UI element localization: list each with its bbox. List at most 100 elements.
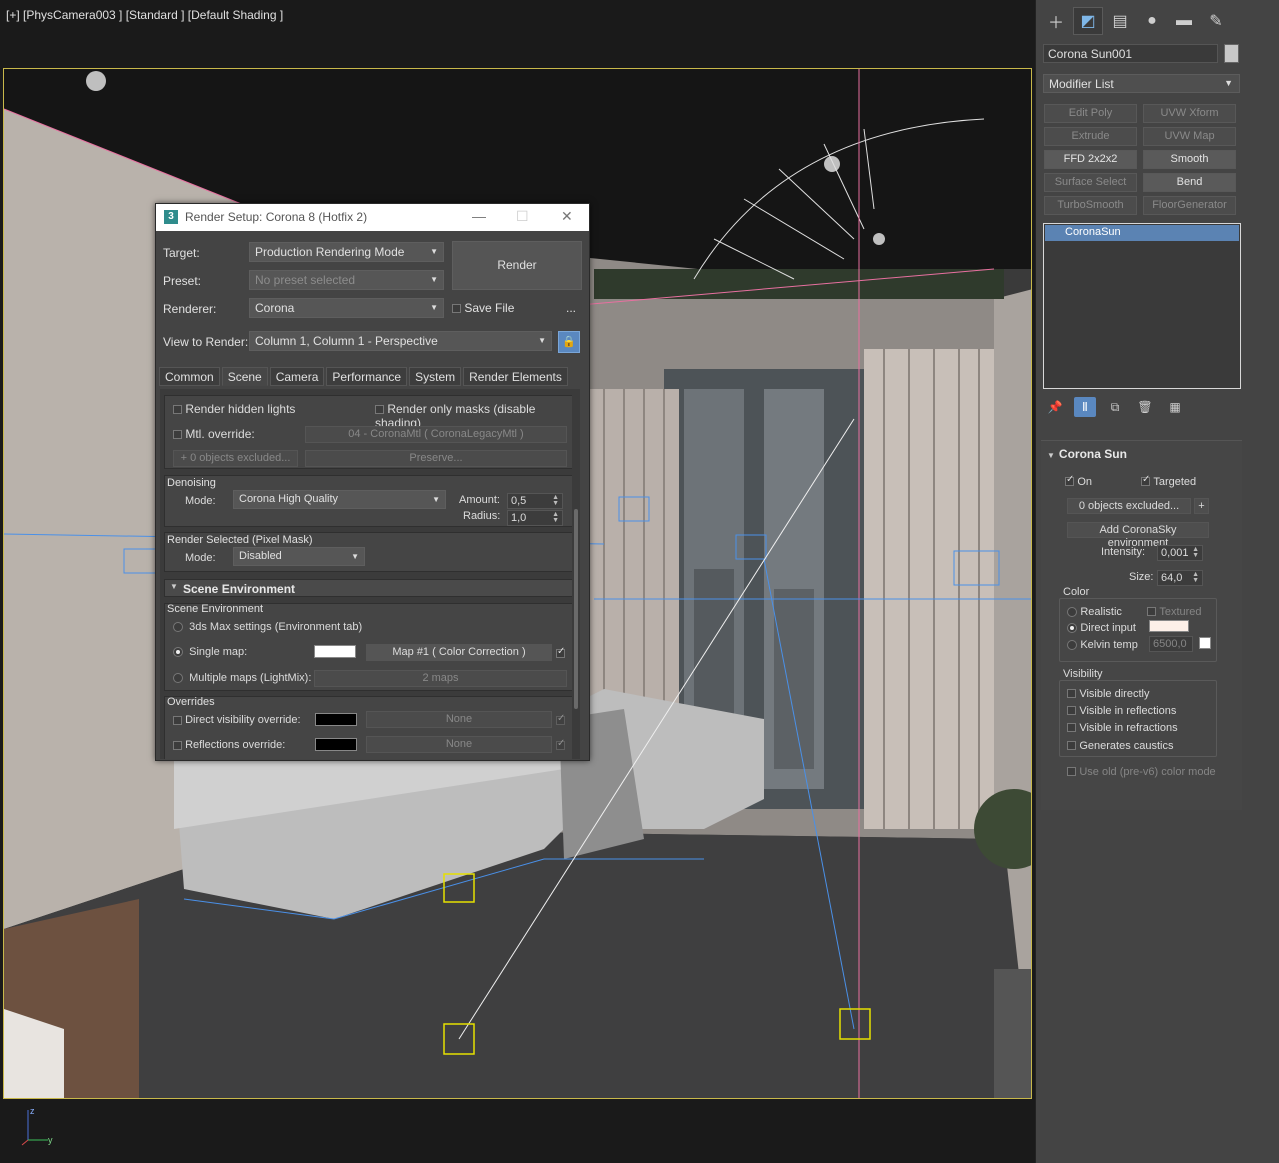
object-color-swatch[interactable] bbox=[1224, 44, 1239, 63]
direct-visibility-map-checkbox-wrap[interactable] bbox=[556, 713, 565, 727]
render-button[interactable]: Render bbox=[452, 241, 582, 290]
visible-refractions-row[interactable]: Visible in refractions bbox=[1067, 720, 1178, 734]
direct-visibility-color-swatch[interactable] bbox=[315, 713, 357, 726]
reflections-override-checkbox[interactable] bbox=[173, 740, 182, 750]
object-name-field[interactable]: Corona Sun001 bbox=[1043, 44, 1218, 63]
view-to-render-dropdown[interactable]: Column 1, Column 1 - Perspective ▼ bbox=[249, 331, 552, 351]
intensity-spinner[interactable]: 0,001 ▲ ▼ bbox=[1157, 545, 1203, 561]
dialog-scrollbar[interactable] bbox=[572, 389, 580, 759]
dialog-titlebar[interactable]: 3 Render Setup: Corona 8 (Hotfix 2) — ☐ … bbox=[156, 204, 589, 231]
direct-visibility-map-checkbox[interactable] bbox=[556, 713, 565, 726]
rollout-header[interactable]: ▼ Corona Sun bbox=[1047, 447, 1127, 461]
render-hidden-lights-checkbox[interactable] bbox=[173, 405, 182, 415]
edit-poly-button[interactable]: Edit Poly bbox=[1044, 104, 1137, 123]
create-icon[interactable]: ＋ bbox=[1042, 8, 1070, 34]
preserve-button[interactable]: Preserve... bbox=[305, 450, 567, 467]
reflections-map-button[interactable]: None bbox=[366, 736, 552, 753]
kelvin-spinner[interactable]: 6500,0 bbox=[1149, 636, 1193, 652]
size-spinner[interactable]: 64,0 ▲ ▼ bbox=[1157, 570, 1203, 586]
ffd-button[interactable]: FFD 2x2x2 bbox=[1044, 150, 1137, 169]
display-icon[interactable]: ▬ bbox=[1170, 8, 1198, 34]
utilities-icon[interactable]: ✎ bbox=[1202, 8, 1230, 34]
env-3ds-radio[interactable] bbox=[173, 622, 183, 633]
modifier-stack[interactable]: CoronaSun bbox=[1043, 223, 1241, 389]
save-file-browse-button[interactable]: ... bbox=[566, 301, 576, 315]
textured-checkbox[interactable] bbox=[1147, 607, 1156, 617]
on-checkbox-row[interactable]: On bbox=[1065, 474, 1092, 488]
denoise-mode-dropdown[interactable]: Corona High Quality ▼ bbox=[233, 490, 446, 509]
render-hidden-lights-row[interactable]: Render hidden lights bbox=[173, 402, 295, 416]
generates-caustics-checkbox[interactable] bbox=[1067, 741, 1076, 751]
kelvin-radio-row[interactable]: Kelvin temp bbox=[1067, 637, 1138, 651]
env-multiple-radio[interactable] bbox=[173, 673, 183, 684]
remove-modifier-icon[interactable]: 🗑 bbox=[1134, 397, 1156, 417]
env-single-map-checkbox[interactable] bbox=[556, 646, 565, 659]
reflections-override-row[interactable]: Reflections override: bbox=[173, 739, 285, 751]
turbosmooth-button[interactable]: TurboSmooth bbox=[1044, 196, 1137, 215]
add-coronasky-button[interactable]: Add CoronaSky environment bbox=[1067, 522, 1209, 549]
hierarchy-icon[interactable]: ▤ bbox=[1106, 8, 1134, 34]
scene-tab-content[interactable]: Render hidden lights Render only masks (… bbox=[160, 389, 580, 759]
spinner-arrows-icon[interactable]: ▲ ▼ bbox=[1192, 571, 1199, 584]
generates-caustics-row[interactable]: Generates caustics bbox=[1067, 738, 1174, 752]
maximize-icon[interactable]: ☐ bbox=[516, 208, 529, 225]
direct-input-radio-row[interactable]: Direct input bbox=[1067, 620, 1136, 634]
direct-visibility-override-row[interactable]: Direct visibility override: bbox=[173, 714, 301, 726]
uvw-map-button[interactable]: UVW Map bbox=[1143, 127, 1236, 146]
lock-view-icon[interactable]: 🔒 bbox=[558, 331, 580, 353]
modifier-list-dropdown[interactable]: Modifier List ▼ bbox=[1043, 74, 1240, 93]
surface-select-button[interactable]: Surface Select bbox=[1044, 173, 1137, 192]
preset-dropdown[interactable]: No preset selected ▼ bbox=[249, 270, 444, 290]
spinner-arrows-icon[interactable]: ▲ ▼ bbox=[1192, 546, 1199, 559]
close-icon[interactable]: ✕ bbox=[561, 208, 573, 225]
reflections-map-checkbox-wrap[interactable] bbox=[556, 738, 565, 752]
pin-stack-icon[interactable]: 📌 bbox=[1044, 397, 1066, 417]
env-multiple-maps-button[interactable]: 2 maps bbox=[314, 670, 567, 687]
mtl-excluded-button[interactable]: + 0 objects excluded... bbox=[173, 450, 298, 467]
mtl-override-checkbox[interactable] bbox=[173, 430, 182, 440]
motion-icon[interactable]: ● bbox=[1138, 8, 1166, 34]
add-excluded-button[interactable]: + bbox=[1194, 498, 1209, 514]
bend-button[interactable]: Bend bbox=[1143, 173, 1236, 192]
viewport-label[interactable]: [+] [PhysCamera003 ] [Standard ] [Defaul… bbox=[6, 8, 283, 22]
tab-camera[interactable]: Camera bbox=[269, 367, 325, 386]
save-file-checkbox[interactable] bbox=[452, 304, 461, 314]
spinner-arrows-icon[interactable]: ▲ ▼ bbox=[552, 511, 559, 524]
scene-environment-rollout-header[interactable]: ▼ Scene Environment bbox=[164, 579, 574, 597]
direct-input-color-swatch[interactable] bbox=[1149, 620, 1189, 632]
visible-reflections-row[interactable]: Visible in reflections bbox=[1067, 703, 1176, 717]
render-only-masks-checkbox[interactable] bbox=[375, 405, 384, 415]
visible-directly-row[interactable]: Visible directly bbox=[1067, 686, 1149, 700]
tab-system[interactable]: System bbox=[409, 367, 462, 386]
tab-performance[interactable]: Performance bbox=[326, 367, 408, 386]
env-multiple-radio-row[interactable]: Multiple maps (LightMix): bbox=[173, 672, 311, 684]
spinner-arrows-icon[interactable]: ▲ ▼ bbox=[552, 494, 559, 507]
radius-spinner[interactable]: 1,0 ▲ ▼ bbox=[507, 510, 563, 526]
reflections-map-checkbox[interactable] bbox=[556, 738, 565, 751]
env-single-radio-row[interactable]: Single map: bbox=[173, 646, 247, 658]
env-single-map-button[interactable]: Map #1 ( Color Correction ) bbox=[366, 644, 552, 661]
realistic-radio-row[interactable]: Realistic bbox=[1067, 604, 1122, 618]
tab-common[interactable]: Common bbox=[159, 367, 220, 386]
kelvin-color-swatch[interactable] bbox=[1199, 637, 1211, 649]
direct-visibility-override-checkbox[interactable] bbox=[173, 715, 182, 725]
excluded-objects-button[interactable]: 0 objects excluded... bbox=[1067, 498, 1191, 514]
mtl-override-material-button[interactable]: 04 - CoronaMtl ( CoronaLegacyMtl ) bbox=[305, 426, 567, 443]
visible-reflections-checkbox[interactable] bbox=[1067, 706, 1076, 716]
configure-sets-icon[interactable]: ▦ bbox=[1164, 397, 1186, 417]
uvw-xform-button[interactable]: UVW Xform bbox=[1143, 104, 1236, 123]
scrollbar-thumb[interactable] bbox=[574, 509, 578, 709]
smooth-button[interactable]: Smooth bbox=[1143, 150, 1236, 169]
modify-icon[interactable]: ◩ bbox=[1073, 7, 1103, 35]
env-single-color-swatch[interactable] bbox=[314, 645, 356, 658]
targeted-checkbox-row[interactable]: Targeted bbox=[1141, 474, 1196, 488]
save-file-row[interactable]: Save File bbox=[452, 301, 514, 315]
extrude-button[interactable]: Extrude bbox=[1044, 127, 1137, 146]
env-3ds-radio-row[interactable]: 3ds Max settings (Environment tab) bbox=[173, 621, 362, 633]
env-single-map-checkbox-wrap[interactable] bbox=[556, 646, 565, 660]
show-end-result-icon[interactable]: Ⅱ bbox=[1074, 397, 1096, 417]
old-color-mode-checkbox[interactable] bbox=[1067, 767, 1076, 777]
floorgenerator-button[interactable]: FloorGenerator bbox=[1143, 196, 1236, 215]
realistic-radio[interactable] bbox=[1067, 606, 1077, 617]
visible-refractions-checkbox[interactable] bbox=[1067, 723, 1076, 733]
